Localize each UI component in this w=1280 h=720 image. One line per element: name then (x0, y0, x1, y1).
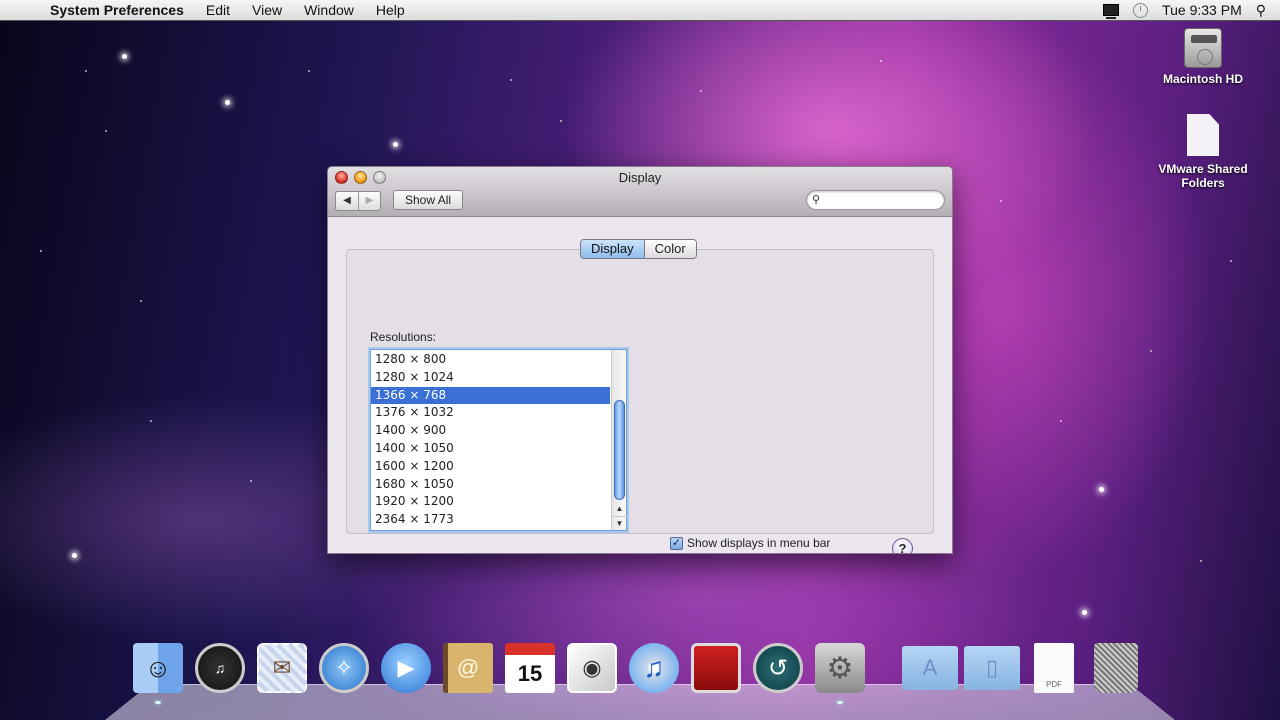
checkbox-label: Show displays in menu bar (687, 536, 831, 550)
dock-item-applications[interactable]: A (902, 640, 958, 696)
desktop-icon-vmware-shared-folders[interactable]: VMware Shared Folders (1148, 114, 1258, 190)
forward-button[interactable]: ▶ (358, 192, 380, 210)
resolution-item[interactable]: 1280 × 1024 (371, 369, 610, 387)
search-field[interactable]: ⚲ (806, 190, 945, 210)
dock-item-system-preferences[interactable]: ⚙ (812, 640, 868, 704)
time-machine-icon: ↺ (753, 643, 803, 693)
window-toolbar[interactable]: Display ◀ ▶ Show All ⚲ (328, 167, 952, 217)
dock-item-pdf-document[interactable]: PDF (1026, 640, 1082, 696)
hard-drive-icon (1184, 28, 1222, 68)
clock[interactable]: Tue 9:33 PM (1162, 2, 1242, 18)
itunes-icon: ♫ (629, 643, 679, 693)
resolution-item[interactable]: 1376 × 1032 (371, 404, 610, 422)
desktop-icon-label: Macintosh HD (1162, 72, 1243, 86)
resolution-item[interactable]: 1400 × 900 (371, 422, 610, 440)
dock-item-itunes[interactable]: ♫ (626, 640, 682, 696)
dock-item-documents[interactable]: ▯ (964, 640, 1020, 696)
dock-item-finder[interactable]: ☺ (130, 640, 186, 704)
resolution-item[interactable]: 1600 × 1200 (371, 458, 610, 476)
back-button[interactable]: ◀ (336, 192, 358, 210)
dock-item-mail[interactable]: ✉ (254, 640, 310, 696)
display-preferences-window: Display ◀ ▶ Show All ⚲ Display Color Res… (327, 166, 953, 554)
resolution-item[interactable]: 2364 × 1773 (371, 511, 610, 529)
menu-help[interactable]: Help (365, 2, 416, 18)
safari-icon: ✧ (319, 643, 369, 693)
ichat-icon: ▶ (381, 643, 431, 693)
dock-item-address-book[interactable]: @ (440, 640, 496, 696)
desktop-icon-label: VMware Shared Folders (1158, 162, 1248, 190)
applications-folder-icon: A (902, 646, 958, 690)
menu-bar: System Preferences Edit View Window Help… (0, 0, 1280, 21)
resolutions-scrollbar[interactable]: ▲ ▼ (611, 350, 627, 530)
iphoto-icon: ◉ (567, 643, 617, 693)
desktop-icon-macintosh-hd[interactable]: Macintosh HD (1148, 28, 1258, 86)
spotlight-icon[interactable]: ⚲ (1256, 2, 1266, 19)
tab-color[interactable]: Color (644, 240, 696, 258)
trash-icon (1094, 643, 1138, 693)
address-book-icon: @ (443, 643, 493, 693)
navigation-buttons: ◀ ▶ (335, 191, 381, 211)
resolution-item[interactable]: 1920 × 1200 (371, 493, 610, 511)
window-title: Display (618, 170, 662, 185)
resolution-item-selected[interactable]: 1366 × 768 (371, 386, 610, 405)
dock-item-dashboard[interactable]: ♫ (192, 640, 248, 696)
dock-item-photo-booth[interactable] (688, 640, 744, 696)
tab-display[interactable]: Display (581, 240, 645, 258)
ical-icon: 15 (505, 643, 555, 693)
menu-view[interactable]: View (241, 2, 293, 18)
mail-icon: ✉ (257, 643, 307, 693)
menu-edit[interactable]: Edit (195, 2, 241, 18)
dock-item-time-machine[interactable]: ↺ (750, 640, 806, 696)
show-all-button[interactable]: Show All (393, 190, 464, 210)
menu-window[interactable]: Window (293, 2, 365, 18)
dock-item-ical[interactable]: 15 (502, 640, 558, 696)
dashboard-icon: ♫ (195, 643, 245, 693)
resolutions-list[interactable]: 1280 × 800 1280 × 1024 1366 × 768 1376 ×… (370, 349, 627, 531)
display-menu-icon[interactable] (1103, 4, 1120, 19)
tab-control: Display Color (580, 239, 697, 259)
documents-folder-icon: ▯ (964, 646, 1020, 690)
dock-item-iphoto[interactable]: ◉ (564, 640, 620, 696)
photo-booth-icon (691, 643, 741, 693)
search-icon: ⚲ (812, 194, 821, 206)
scroll-down-arrow[interactable]: ▼ (612, 516, 627, 530)
dock-item-ichat[interactable]: ▶ (378, 640, 434, 696)
dock-item-trash[interactable] (1088, 640, 1144, 696)
resolutions-label: Resolutions: (370, 330, 437, 344)
dock: ☺ ♫ ✉ ✧ ▶ @ 15 ◉ ♫ ↺ ⚙ A ▯ PDF (130, 640, 1144, 704)
app-menu[interactable]: System Preferences (36, 2, 195, 18)
checkbox-checked[interactable]: ✓ (670, 536, 683, 550)
resolution-item[interactable]: 1280 × 800 (371, 351, 610, 369)
alias-document-icon (1187, 114, 1219, 156)
scrollbar-thumb[interactable] (614, 400, 625, 500)
system-preferences-icon: ⚙ (815, 643, 865, 693)
finder-icon: ☺ (133, 643, 183, 693)
scroll-up-arrow[interactable]: ▲ (612, 502, 627, 516)
show-displays-in-menubar-option[interactable]: ✓ Show displays in menu bar (670, 536, 830, 550)
resolution-item[interactable]: 1400 × 1050 (371, 440, 610, 458)
time-machine-icon[interactable] (1133, 2, 1149, 18)
dock-separator (874, 646, 896, 696)
help-button[interactable]: ? (892, 538, 913, 553)
dock-item-safari[interactable]: ✧ (316, 640, 372, 696)
pdf-document-icon: PDF (1034, 643, 1074, 693)
resolution-item[interactable]: 1680 × 1050 (371, 476, 610, 494)
